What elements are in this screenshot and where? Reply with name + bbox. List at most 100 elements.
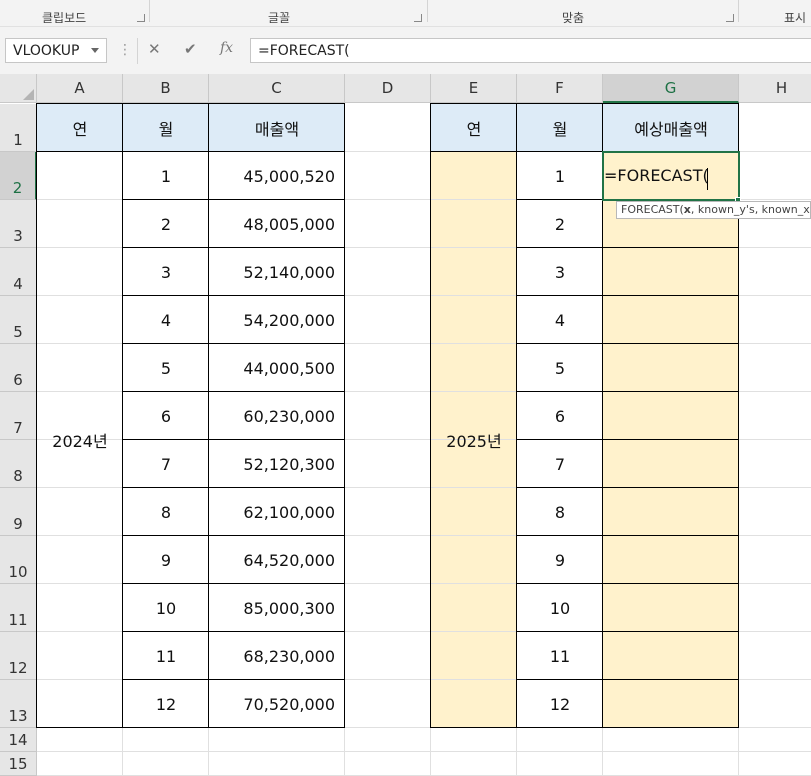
row-number: 4 bbox=[13, 275, 23, 293]
month-cell[interactable]: 7 bbox=[123, 440, 209, 488]
row-header-5[interactable]: 5 bbox=[0, 296, 37, 344]
forecast-cell[interactable] bbox=[603, 344, 739, 392]
column-header-f[interactable]: F bbox=[517, 74, 603, 103]
row-header-10[interactable]: 10 bbox=[0, 536, 37, 584]
forecast-cell[interactable] bbox=[603, 440, 739, 488]
tooltip-current-arg[interactable]: x bbox=[684, 203, 691, 216]
column-header-c[interactable]: C bbox=[209, 74, 345, 103]
month-cell[interactable]: 3 bbox=[123, 248, 209, 296]
column-header-h[interactable]: H bbox=[739, 74, 811, 103]
month-cell[interactable]: 2 bbox=[517, 200, 603, 248]
month-cell[interactable]: 12 bbox=[123, 680, 209, 728]
sales-cell[interactable]: 54,200,000 bbox=[209, 296, 345, 344]
sales-cell[interactable]: 44,000,500 bbox=[209, 344, 345, 392]
row-number: 9 bbox=[13, 515, 23, 533]
row-number: 3 bbox=[13, 227, 23, 245]
forecast-cell[interactable] bbox=[603, 632, 739, 680]
alignment-launcher-icon[interactable] bbox=[726, 14, 734, 22]
month-cell[interactable]: 7 bbox=[517, 440, 603, 488]
month-cell[interactable]: 10 bbox=[123, 584, 209, 632]
forecast-cell[interactable] bbox=[603, 680, 739, 728]
font-launcher-icon[interactable] bbox=[414, 14, 422, 22]
row-header-11[interactable]: 11 bbox=[0, 584, 37, 632]
forecast-cell[interactable] bbox=[603, 584, 739, 632]
clipboard-launcher-icon[interactable] bbox=[137, 14, 145, 22]
column-header-b[interactable]: B bbox=[123, 74, 209, 103]
month-cell[interactable]: 6 bbox=[123, 392, 209, 440]
column-header-g[interactable]: G bbox=[603, 74, 739, 103]
text-cursor bbox=[707, 168, 708, 190]
sales-cell[interactable]: 68,230,000 bbox=[209, 632, 345, 680]
row-header-15[interactable]: 15 bbox=[0, 752, 37, 776]
sales-cell[interactable]: 52,120,300 bbox=[209, 440, 345, 488]
sales-cell[interactable]: 48,005,000 bbox=[209, 200, 345, 248]
month-cell[interactable]: 11 bbox=[517, 632, 603, 680]
month-cell[interactable]: 10 bbox=[517, 584, 603, 632]
row-number: 6 bbox=[13, 371, 23, 389]
column-header-e[interactable]: E bbox=[431, 74, 517, 103]
month-cell[interactable]: 1 bbox=[517, 152, 603, 200]
month-cell[interactable]: 4 bbox=[123, 296, 209, 344]
forecast-cell[interactable] bbox=[603, 296, 739, 344]
ribbon-group-clipboard: 클립보드 bbox=[42, 11, 87, 25]
row-number: 2 bbox=[12, 179, 23, 197]
sales-cell[interactable]: 62,100,000 bbox=[209, 488, 345, 536]
row-number: 15 bbox=[8, 755, 28, 773]
year-2024-cell[interactable]: 2024년 bbox=[37, 152, 123, 728]
row-header-3[interactable]: 3 bbox=[0, 200, 37, 248]
sales-cell[interactable]: 52,140,000 bbox=[209, 248, 345, 296]
select-all-triangle-icon bbox=[23, 89, 34, 100]
forecast-cell[interactable] bbox=[603, 248, 739, 296]
ribbon-group-font: 글꼴 bbox=[268, 11, 291, 25]
header-year: 연 bbox=[466, 120, 482, 139]
row-header-6[interactable]: 6 bbox=[0, 344, 37, 392]
month-cell[interactable]: 8 bbox=[123, 488, 209, 536]
sales-cell[interactable]: 64,520,000 bbox=[209, 536, 345, 584]
formula-input[interactable]: =FORECAST( bbox=[250, 38, 811, 63]
month-cell[interactable]: 8 bbox=[517, 488, 603, 536]
row-header-13[interactable]: 13 bbox=[0, 680, 37, 728]
month-cell[interactable]: 2 bbox=[123, 200, 209, 248]
row-number: 12 bbox=[8, 659, 28, 677]
row-header-2[interactable]: 2 bbox=[0, 152, 37, 200]
tooltip-text: , known_y's, known_x's) bbox=[690, 203, 811, 216]
forecast-cell[interactable] bbox=[603, 392, 739, 440]
ribbon-group-number: 표시 bbox=[784, 11, 807, 25]
row-header-8[interactable]: 8 bbox=[0, 440, 37, 488]
ribbon-divider bbox=[738, 0, 739, 22]
enter-icon[interactable]: ✔ bbox=[184, 40, 197, 58]
row-header-9[interactable]: 9 bbox=[0, 488, 37, 536]
row-header-7[interactable]: 7 bbox=[0, 392, 37, 440]
month-cell[interactable]: 1 bbox=[123, 152, 209, 200]
active-cell-text[interactable]: =FORECAST( bbox=[604, 166, 709, 185]
row-header-1[interactable]: 1 bbox=[0, 104, 37, 152]
month-cell[interactable]: 9 bbox=[517, 536, 603, 584]
row-header-12[interactable]: 12 bbox=[0, 632, 37, 680]
sales-cell[interactable]: 60,230,000 bbox=[209, 392, 345, 440]
name-box-dropdown-icon[interactable] bbox=[91, 48, 99, 53]
column-header-a[interactable]: A bbox=[37, 74, 123, 103]
month-cell[interactable]: 5 bbox=[517, 344, 603, 392]
forecast-cell[interactable] bbox=[603, 536, 739, 584]
forecast-cell[interactable] bbox=[603, 488, 739, 536]
month-cell[interactable]: 11 bbox=[123, 632, 209, 680]
month-cell[interactable]: 5 bbox=[123, 344, 209, 392]
function-tooltip: FORECAST(x, known_y's, known_x's) bbox=[616, 201, 811, 219]
sales-cell[interactable]: 85,000,300 bbox=[209, 584, 345, 632]
row-header-14[interactable]: 14 bbox=[0, 728, 37, 752]
row-number: 11 bbox=[8, 611, 28, 629]
sales-cell[interactable]: 45,000,520 bbox=[209, 152, 345, 200]
month-cell[interactable]: 12 bbox=[517, 680, 603, 728]
cancel-icon[interactable]: ✕ bbox=[148, 40, 161, 58]
row-number: 14 bbox=[8, 731, 28, 749]
row-header-4[interactable]: 4 bbox=[0, 248, 37, 296]
insert-function-icon[interactable]: fx bbox=[220, 40, 233, 56]
month-cell[interactable]: 6 bbox=[517, 392, 603, 440]
sales-cell[interactable]: 70,520,000 bbox=[209, 680, 345, 728]
month-cell[interactable]: 3 bbox=[517, 248, 603, 296]
month-cell[interactable]: 9 bbox=[123, 536, 209, 584]
row-number: 10 bbox=[8, 563, 28, 581]
month-cell[interactable]: 4 bbox=[517, 296, 603, 344]
year-2025-cell[interactable]: 2025년 bbox=[431, 152, 517, 728]
column-header-d[interactable]: D bbox=[345, 74, 431, 103]
